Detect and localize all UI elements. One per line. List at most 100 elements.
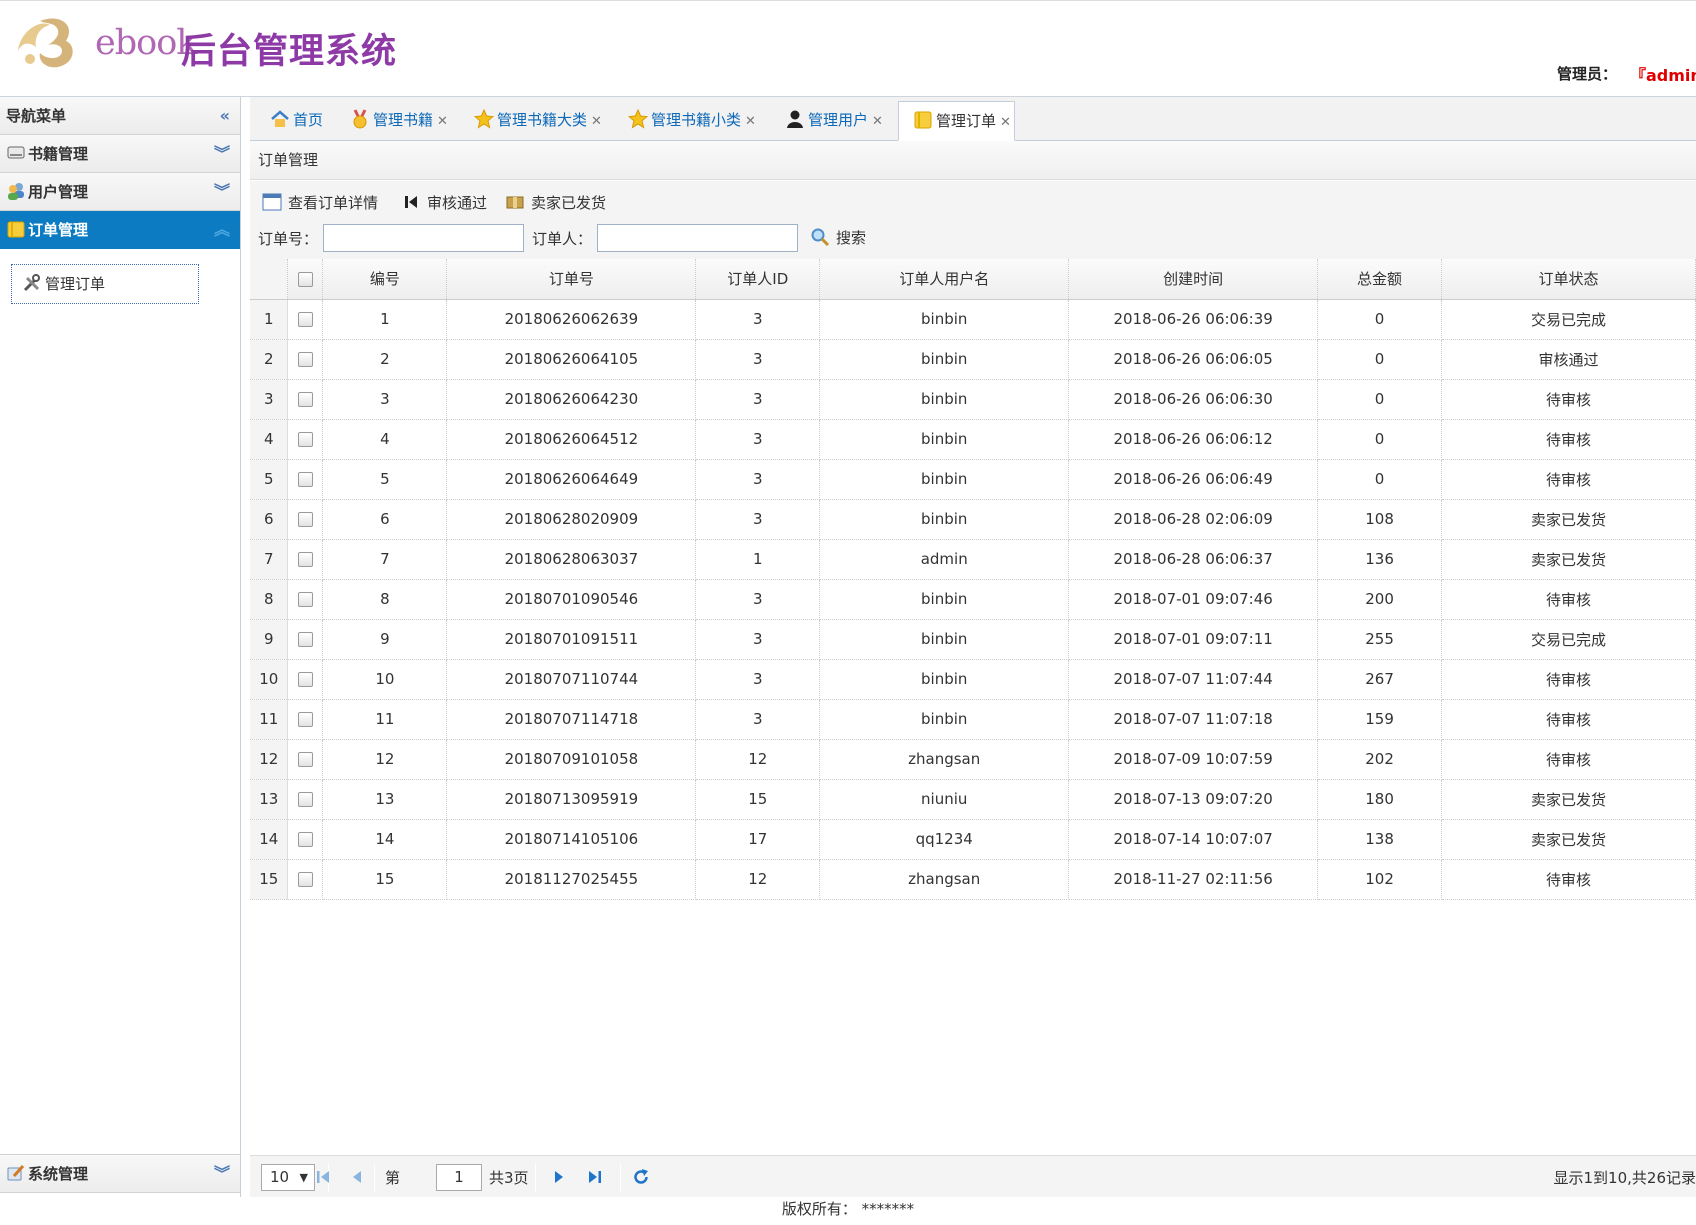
tab-manage-categories[interactable]: 管理书籍大类 ✕: [460, 101, 602, 141]
table-row[interactable]: 3 3 20180626064230 3 binbin 2018-06-26 06:06:…: [250, 379, 1696, 420]
amount-cell: 0: [1317, 339, 1443, 380]
last-page-icon[interactable]: [584, 1166, 606, 1188]
row-checkbox[interactable]: [297, 352, 313, 367]
column-header[interactable]: 总金额: [1317, 259, 1443, 300]
status-cell: 待审核: [1441, 699, 1696, 740]
table-row[interactable]: 10 10 20180707110744 3 binbin 2018-07-07 11:0…: [250, 659, 1696, 700]
chevron-down-icon[interactable]: ︾: [214, 1155, 230, 1193]
column-header[interactable]: 创建时间: [1068, 259, 1319, 300]
table-row[interactable]: 5 5 20180626064649 3 binbin 2018-06-26 06:06:…: [250, 459, 1696, 500]
next-page-icon[interactable]: [548, 1166, 570, 1188]
home-icon: [271, 110, 289, 127]
table-row[interactable]: 9 9 20180701091511 3 binbin 2018-07-01 09:07:…: [250, 619, 1696, 660]
order-no-input[interactable]: [323, 224, 524, 252]
table-row[interactable]: 1 1 20180626062639 3 binbin 2018-06-26 06:06:…: [250, 299, 1696, 340]
table-row[interactable]: 13 13 20180713095919 15 niuniu 2018-07-13 09:…: [250, 779, 1696, 820]
tab-home[interactable]: 首页: [256, 101, 323, 141]
table-row[interactable]: 8 8 20180701090546 3 binbin 2018-07-01 09:07:…: [250, 579, 1696, 620]
sidebar-section-books[interactable]: 书籍管理 ︾: [0, 135, 240, 173]
tab-bar: 首页 管理书籍 ✕ 管理书籍大类 ✕ 管理书籍小类 ✕ 管理用户 ✕ 管理订单 ✕: [250, 97, 1696, 141]
refresh-icon[interactable]: [630, 1166, 652, 1188]
row-checkbox[interactable]: [297, 552, 313, 567]
page-total: 共3页: [489, 1169, 529, 1187]
amount-cell: 108: [1317, 499, 1443, 540]
status-cell: 待审核: [1441, 419, 1696, 460]
search-button[interactable]: 搜索: [810, 224, 866, 252]
table-row[interactable]: 7 7 20180628063037 1 admin 2018-06-28 06:06:3…: [250, 539, 1696, 580]
row-checkbox[interactable]: [297, 592, 313, 607]
table-row[interactable]: 4 4 20180626064512 3 binbin 2018-06-26 06:06:…: [250, 419, 1696, 460]
close-icon[interactable]: ✕: [1000, 115, 1011, 130]
row-checkbox[interactable]: [297, 672, 313, 687]
created-cell: 2018-07-07 11:07:44: [1068, 659, 1319, 700]
order-no-cell: 20180713095919: [446, 779, 697, 820]
sidebar-section-system[interactable]: 系统管理 ︾: [0, 1155, 240, 1193]
row-select-cell: [287, 619, 324, 660]
column-header[interactable]: 编号: [322, 259, 448, 300]
tab-manage-users[interactable]: 管理用户 ✕: [771, 101, 883, 141]
row-checkbox[interactable]: [297, 392, 313, 407]
created-cell: 2018-06-26 06:06:05: [1068, 339, 1319, 380]
prev-page-icon[interactable]: [346, 1166, 368, 1188]
amount-cell: 159: [1317, 699, 1443, 740]
row-checkbox[interactable]: [297, 472, 313, 487]
table-row[interactable]: 2 2 20180626064105 3 binbin 2018-06-26 06:06:…: [250, 339, 1696, 380]
row-checkbox[interactable]: [297, 632, 313, 647]
created-cell: 2018-07-01 09:07:46: [1068, 579, 1319, 620]
row-checkbox[interactable]: [297, 752, 313, 767]
first-page-icon[interactable]: [312, 1166, 334, 1188]
order-no-cell: 20180626064105: [446, 339, 697, 380]
close-icon[interactable]: ✕: [745, 114, 756, 129]
view-detail-label: 查看订单详情: [288, 194, 379, 212]
page-number-input[interactable]: 1: [436, 1164, 482, 1191]
row-select-cell: [287, 539, 324, 580]
order-no-cell: 20180626062639: [446, 299, 697, 340]
created-cell: 2018-07-14 10:07:07: [1068, 819, 1319, 860]
pager-info: 显示1到10,共26记录: [1553, 1169, 1696, 1187]
row-checkbox[interactable]: [297, 792, 313, 807]
chevron-down-icon[interactable]: ︾: [214, 173, 230, 211]
row-checkbox[interactable]: [297, 432, 313, 447]
tab-label: 首页: [293, 111, 324, 129]
row-checkbox[interactable]: [297, 872, 313, 887]
view-detail-button[interactable]: 查看订单详情: [262, 189, 378, 217]
table-row[interactable]: 11 11 20180707114718 3 binbin 2018-07-07 11:0…: [250, 699, 1696, 740]
close-icon[interactable]: ✕: [591, 114, 602, 129]
column-header[interactable]: 订单人ID: [695, 259, 821, 300]
column-header[interactable]: 订单号: [446, 259, 697, 300]
orderer-input[interactable]: [597, 224, 798, 252]
close-icon[interactable]: ✕: [437, 114, 448, 129]
tab-manage-orders[interactable]: 管理订单 ✕: [898, 101, 1015, 141]
row-select-cell: [287, 379, 324, 420]
user-icon: [787, 110, 803, 128]
order-id-cell: 14: [322, 819, 448, 860]
table-row[interactable]: 15 15 20181127025455 12 zhangsan 2018-11-27 0…: [250, 859, 1696, 900]
table-row[interactable]: 6 6 20180628020909 3 binbin 2018-06-28 02:06:…: [250, 499, 1696, 540]
page-size-select[interactable]: 10 ▼: [261, 1164, 315, 1191]
tab-manage-subcategories[interactable]: 管理书籍小类 ✕: [614, 101, 756, 141]
row-checkbox[interactable]: [297, 712, 313, 727]
row-checkbox[interactable]: [297, 512, 313, 527]
user-name-cell: binbin: [819, 579, 1070, 620]
row-checkbox[interactable]: [297, 832, 313, 847]
sidebar-section-users[interactable]: 用户管理 ︾: [0, 173, 240, 211]
tab-manage-books[interactable]: 管理书籍 ✕: [336, 101, 448, 141]
sidebar-item-manage-orders[interactable]: 管理订单: [11, 264, 199, 304]
close-icon[interactable]: ✕: [872, 114, 883, 129]
order-no-cell: 20180626064230: [446, 379, 697, 420]
column-header[interactable]: 订单状态: [1441, 259, 1696, 300]
tab-label: 管理书籍小类: [651, 111, 742, 129]
shipped-button[interactable]: 卖家已发货: [505, 189, 606, 217]
collapse-left-icon[interactable]: «: [220, 97, 230, 135]
chevron-up-icon[interactable]: ︽: [214, 211, 230, 249]
approve-button[interactable]: 审核通过: [401, 189, 487, 217]
sidebar-title-label: 导航菜单: [6, 107, 67, 125]
table-row[interactable]: 12 12 20180709101058 12 zhangsan 2018-07-09 1…: [250, 739, 1696, 780]
sidebar-section-orders[interactable]: 订单管理 ︽: [0, 211, 240, 249]
table-row[interactable]: 14 14 20180714105106 17 qq1234 2018-07-14 10:…: [250, 819, 1696, 860]
column-header[interactable]: 订单人用户名: [819, 259, 1070, 300]
select-all-checkbox[interactable]: [297, 271, 313, 287]
tab-label: 管理书籍: [373, 111, 434, 129]
chevron-down-icon[interactable]: ︾: [214, 135, 230, 173]
row-checkbox[interactable]: [297, 312, 313, 327]
